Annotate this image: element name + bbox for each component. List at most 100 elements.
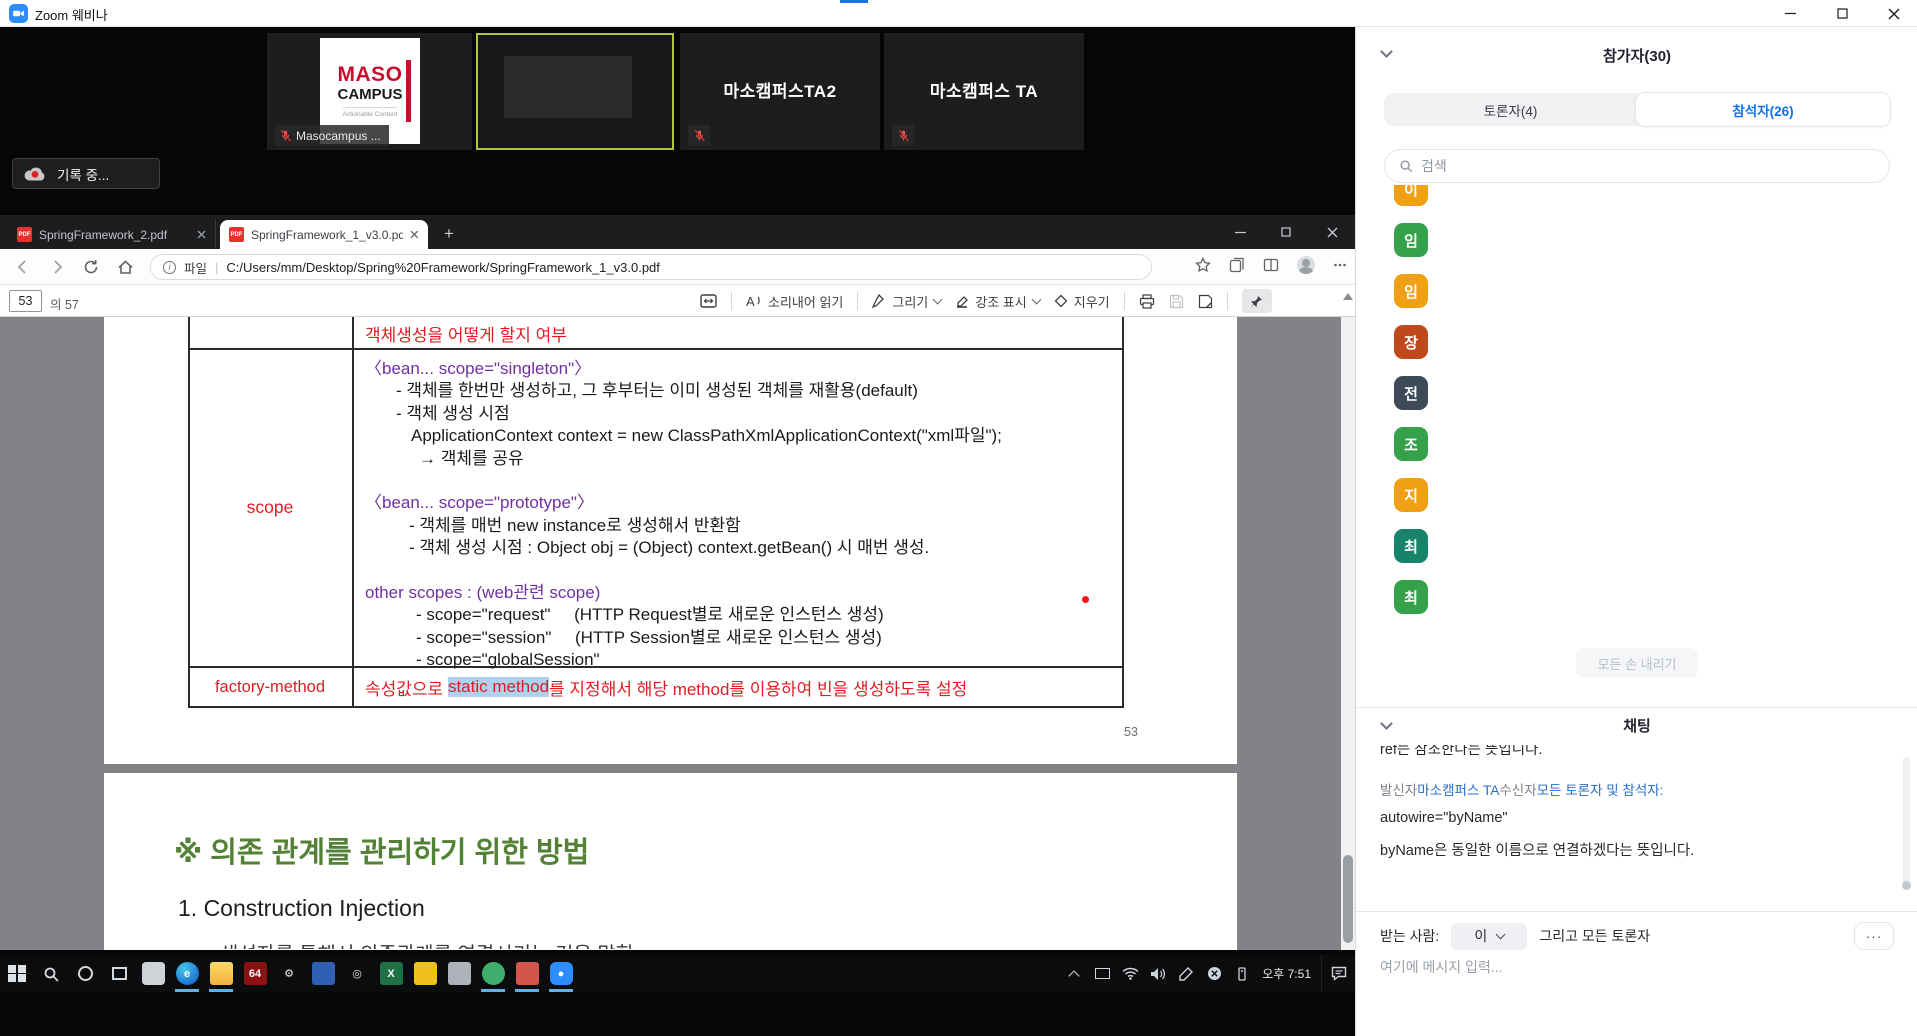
address-field[interactable]: i 파일 | C:/Users/mm/Desktop/Spring%20Fram… <box>150 254 1152 280</box>
browser-maximize-button[interactable] <box>1263 215 1309 249</box>
pdf-viewport[interactable]: 객체생성을 어떻게 할지 여부 scope 〈bean... scope="si… <box>0 317 1355 950</box>
participant-avatar[interactable]: 지 <box>1394 478 1428 512</box>
tray-app-status-icon[interactable] <box>1200 955 1228 992</box>
taskbar-app-button[interactable]: ● <box>544 955 578 992</box>
taskbar-app-button[interactable]: X <box>374 955 408 992</box>
tab-close-icon[interactable] <box>410 230 419 239</box>
taskbar-app-button[interactable]: e <box>170 955 204 992</box>
browser-close-button[interactable] <box>1309 215 1355 249</box>
tray-network-icon[interactable] <box>1116 955 1144 992</box>
taskbar-app-button[interactable] <box>306 955 340 992</box>
tray-pen-icon[interactable] <box>1172 955 1200 992</box>
recipient-name: 모든 토론자 및 참석자: <box>1537 783 1664 798</box>
participant-avatar[interactable]: 최 <box>1394 529 1428 563</box>
more-menu-icon[interactable] <box>1333 258 1347 272</box>
pin-toolbar-button[interactable] <box>1242 289 1272 313</box>
collections-icon[interactable] <box>1229 257 1245 273</box>
video-tile-masocampus[interactable]: MASO CAMPUS Actionable Content Masocampu… <box>267 33 472 150</box>
chat-more-options-button[interactable]: ··· <box>1854 922 1894 950</box>
pdf-text-line: - 객체를 한번만 생성하고, 그 후부터는 이미 생성된 객체를 재활용(de… <box>352 380 1122 402</box>
clock[interactable]: 오후 7:51 <box>1256 965 1321 982</box>
tab-attendees[interactable]: 참석자(26) <box>1635 92 1891 127</box>
participant-avatar[interactable]: 전 <box>1394 376 1428 410</box>
chat-scrollbar-dot[interactable] <box>1902 881 1911 890</box>
shared-screen: MASO CAMPUS Actionable Content Masocampu… <box>0 27 1355 1036</box>
video-tile-active-speaker[interactable] <box>476 33 674 150</box>
tray-ime-icon[interactable] <box>1228 955 1256 992</box>
close-button[interactable] <box>1871 0 1917 27</box>
browser-minimize-button[interactable] <box>1217 215 1263 249</box>
taskbar-app-button[interactable]: ◎ <box>340 955 374 992</box>
app-icon: ⚙ <box>278 962 301 985</box>
favorites-star-icon[interactable] <box>1195 257 1211 273</box>
highlight-button[interactable]: 강조 표시 <box>955 292 1039 311</box>
chat-message-meta: 발신자마소캠퍼스 TA수신자모든 토론자 및 참석자: <box>1380 779 1885 799</box>
taskbar-app-button[interactable] <box>408 955 442 992</box>
tab-close-icon[interactable] <box>197 230 206 239</box>
cortana-button[interactable] <box>68 955 102 992</box>
meeting-controls-indicator[interactable] <box>840 0 868 3</box>
tray-show-hidden-icons[interactable] <box>1060 955 1088 992</box>
page-count-label: 의 57 <box>50 294 79 313</box>
start-button[interactable] <box>0 955 34 992</box>
maximize-button[interactable] <box>1819 0 1865 27</box>
participant-avatar[interactable]: 조 <box>1394 427 1428 461</box>
taskbar-app-button[interactable] <box>136 955 170 992</box>
draw-button[interactable]: 그리기 <box>872 292 941 311</box>
participant-avatar[interactable]: 임 <box>1394 274 1428 308</box>
info-icon[interactable]: i <box>163 261 176 274</box>
refresh-icon[interactable] <box>80 256 102 278</box>
fit-page-button[interactable] <box>700 294 717 308</box>
taskbar-app-button[interactable] <box>204 955 238 992</box>
video-tile-ta[interactable]: 마소캠퍼스 TA <box>884 33 1084 150</box>
home-icon[interactable] <box>114 256 136 278</box>
tray-volume-icon[interactable] <box>1144 955 1172 992</box>
print-button[interactable] <box>1139 294 1155 309</box>
taskbar-app-button[interactable]: 64 <box>238 955 272 992</box>
action-center-button[interactable] <box>1321 955 1355 992</box>
pdf-scrollbar[interactable] <box>1341 317 1355 950</box>
read-aloud-button[interactable]: A소리내어 읽기 <box>746 292 843 311</box>
video-tile-ta2[interactable]: 마소캠퍼스TA2 <box>680 33 880 150</box>
split-screen-icon[interactable] <box>1263 257 1279 273</box>
taskbar-app-button[interactable] <box>476 955 510 992</box>
taskbar-app-button[interactable] <box>442 955 476 992</box>
chevron-down-icon <box>1031 295 1041 305</box>
participant-name-label: Masocampus ... <box>275 125 389 146</box>
taskbar-search-button[interactable] <box>34 955 68 992</box>
pdf-text-line: - 객체 생성 시점 <box>352 403 1122 425</box>
chat-scrollbar[interactable] <box>1903 757 1910 885</box>
pdf-text-line <box>352 560 1122 582</box>
task-view-button[interactable] <box>102 955 136 992</box>
browser-tab-active[interactable]: PDF SpringFramework_1_v3.0.pdf <box>220 220 428 249</box>
participant-avatar[interactable]: 임 <box>1394 223 1428 257</box>
browser-address-bar: i 파일 | C:/Users/mm/Desktop/Spring%20Fram… <box>0 249 1355 285</box>
browser-tab-inactive[interactable]: PDF SpringFramework_2.pdf <box>8 220 216 249</box>
save-as-button[interactable] <box>1198 294 1213 309</box>
taskbar-app-button[interactable]: ⚙ <box>272 955 306 992</box>
recording-indicator[interactable]: 기록 중... <box>12 158 160 189</box>
lower-all-hands-button[interactable]: 모든 손 내리기 <box>1576 648 1698 678</box>
save-button[interactable] <box>1169 294 1184 309</box>
erase-button[interactable]: 지우기 <box>1054 292 1110 311</box>
scroll-up-arrow[interactable] <box>1343 293 1353 300</box>
page-number-input[interactable]: 53 <box>9 290 42 312</box>
tray-display-icon[interactable] <box>1088 955 1116 992</box>
scrollbar-thumb[interactable] <box>1343 855 1353 943</box>
minimize-button[interactable] <box>1767 0 1813 27</box>
participant-search-input[interactable]: 검색 <box>1384 149 1890 183</box>
chat-message-input[interactable]: 여기에 메시지 입력... <box>1380 957 1503 977</box>
chat-message-list[interactable]: ref는 참조한다는 뜻입니다. 발신자마소캠퍼스 TA수신자모든 토론자 및 … <box>1380 745 1885 907</box>
forward-icon[interactable] <box>46 256 68 278</box>
pen-icon <box>1179 967 1193 981</box>
table-header-text: 객체생성을 어떻게 할지 여부 <box>365 321 567 346</box>
chevron-up-icon <box>1069 970 1080 981</box>
tab-panelists[interactable]: 토론자(4) <box>1384 93 1637 126</box>
back-icon[interactable] <box>12 256 34 278</box>
profile-avatar[interactable] <box>1297 256 1315 274</box>
participant-avatar[interactable]: 최 <box>1394 580 1428 614</box>
recipient-dropdown[interactable]: 이 <box>1451 923 1527 950</box>
taskbar-app-button[interactable] <box>510 955 544 992</box>
new-tab-button[interactable]: + <box>438 223 460 245</box>
participant-avatar[interactable]: 장 <box>1394 325 1428 359</box>
